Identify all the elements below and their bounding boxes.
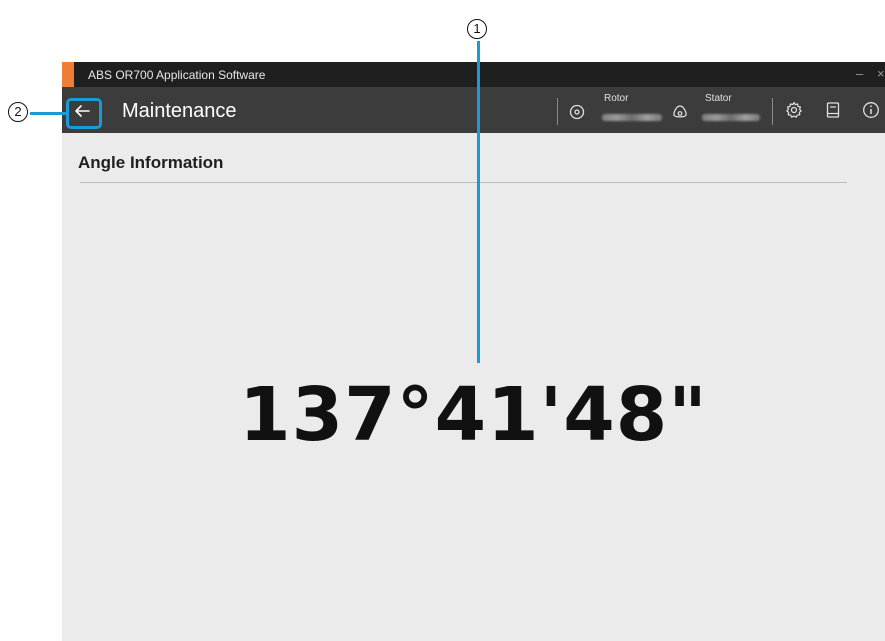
app-window: ABS OR700 Application Software – × Maint… [62,62,885,641]
callout-2: 2 [8,102,28,122]
callout-1: 1 [467,19,487,39]
stator-label: Stator [705,93,732,104]
page-title: Maintenance [122,100,237,122]
brand-strip [62,62,74,87]
gear-icon[interactable] [785,101,803,119]
manual-icon[interactable] [824,101,842,119]
callout-1-leader-lower [477,62,480,363]
header-divider [772,98,773,125]
info-icon[interactable] [862,101,880,119]
header-divider [557,98,558,125]
stator-icon [671,103,689,121]
section-title: Angle Information [78,153,224,172]
title-bar: ABS OR700 Application Software – × [62,62,885,87]
minimize-button[interactable]: – [856,66,863,81]
callout-2-leader [30,112,66,115]
rotor-label: Rotor [604,93,629,104]
close-button[interactable]: × [877,66,885,81]
rotor-icon [568,103,586,121]
angle-readout: 137°41'48" [239,372,708,458]
section-divider [80,182,847,183]
app-title: ABS OR700 Application Software [88,68,266,82]
stator-serial-redacted [702,114,760,121]
rotor-serial-redacted [602,114,662,121]
header-bar: Maintenance Rotor Stator [62,87,885,133]
callout-2-highlight [66,98,102,129]
